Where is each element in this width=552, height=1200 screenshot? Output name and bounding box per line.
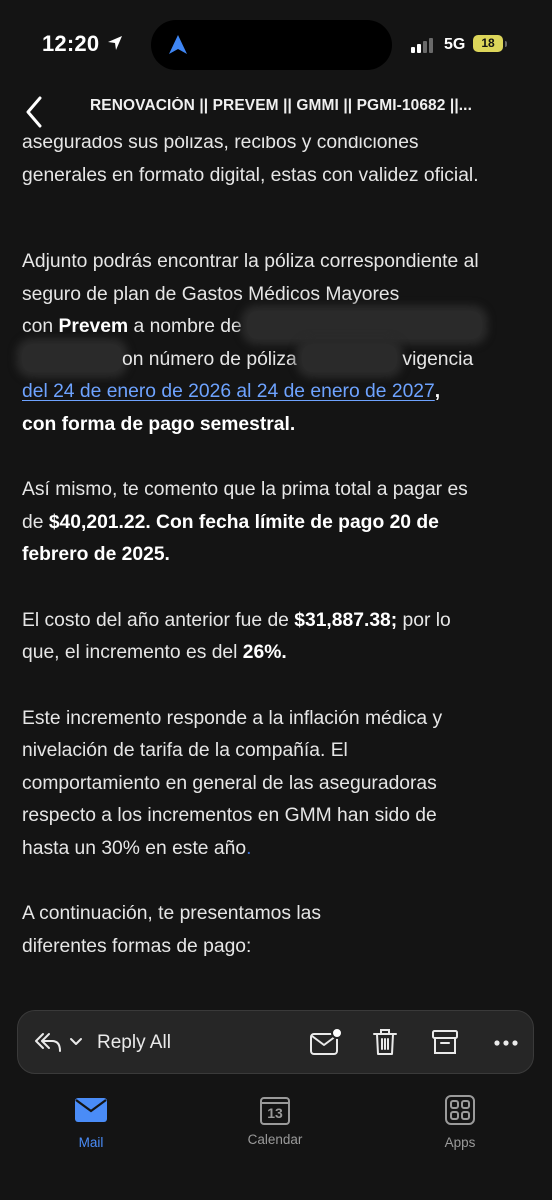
- body-line: de $40,201.22. Con fecha límite de pago …: [22, 511, 439, 533]
- body-line: nivelación de tarifa de la compañía. El: [22, 740, 348, 761]
- network-type: 5G: [444, 36, 466, 53]
- tab-calendar-label: Calendar: [247, 1132, 303, 1147]
- body-line: que, el incremento es del 26%.: [22, 642, 287, 663]
- body-line: del 24 de enero de 2026 al 24 de enero d…: [22, 381, 441, 402]
- body-line: con forma de pago semestral.: [22, 413, 296, 435]
- body-line: febrero de 2025.: [22, 544, 170, 565]
- tab-calendar[interactable]: 13 Calendar: [220, 1094, 330, 1147]
- redacted-text: [22, 343, 122, 372]
- tab-apps[interactable]: Apps: [405, 1094, 515, 1150]
- email-action-bar: Reply All: [17, 1010, 534, 1074]
- status-time: 12:20: [42, 31, 100, 56]
- validity-dates-link[interactable]: del 24 de enero de 2026 al 24 de enero d…: [22, 381, 435, 402]
- increase-percent: 26%.: [242, 642, 287, 663]
- body-line: con Prevem a nombre de: [22, 311, 537, 344]
- navigation-arrow-icon: [169, 35, 187, 54]
- tab-mail-label: Mail: [78, 1135, 104, 1150]
- battery-tip: [505, 41, 507, 47]
- dynamic-island: [151, 20, 392, 70]
- battery-level: 18: [481, 36, 495, 50]
- archive-icon[interactable]: [431, 1028, 459, 1056]
- body-line: Así mismo, te comento que la prima total…: [22, 479, 468, 500]
- redacted-text: [302, 343, 398, 372]
- email-header: RENOVACIÓN || PREVEM || GMMI || PGMI-106…: [0, 90, 552, 136]
- tab-apps-label: Apps: [444, 1135, 476, 1150]
- body-line: A continuación, te presentamos las: [22, 903, 322, 924]
- calendar-day: 13: [267, 1105, 283, 1121]
- mark-unread-icon[interactable]: [309, 1027, 343, 1057]
- cellular-signal-icon: [411, 38, 433, 53]
- insurer-name: Prevem: [58, 316, 129, 337]
- redacted-text: [247, 311, 483, 339]
- trash-icon[interactable]: [371, 1027, 399, 1057]
- mail-icon: [75, 1098, 107, 1122]
- tab-mail[interactable]: Mail: [36, 1096, 146, 1150]
- bottom-tab-bar: Mail 13 Calendar Apps: [0, 1074, 552, 1200]
- previous-cost: $31,887.38;: [294, 609, 398, 631]
- body-line: comportamiento en general de las asegura…: [22, 772, 437, 794]
- chevron-down-icon[interactable]: [69, 1036, 83, 1048]
- body-line: on número de póliza vigencia: [22, 343, 537, 377]
- location-arrow-icon: [108, 36, 122, 50]
- reply-all-button[interactable]: Reply All: [97, 1032, 171, 1054]
- body-line: El costo del año anterior fue de $31,887…: [22, 609, 451, 631]
- calendar-icon: 13: [259, 1094, 291, 1126]
- status-bar: 12:20 5G 18: [0, 0, 552, 90]
- back-chevron-icon[interactable]: [22, 94, 52, 130]
- premium-amount: $40,201.22. Con fecha límite de pago 20 …: [48, 511, 439, 533]
- battery-icon: 18: [473, 35, 503, 52]
- more-icon[interactable]: [494, 1039, 518, 1047]
- email-subject: RENOVACIÓN || PREVEM || GMMI || PGMI-106…: [90, 97, 472, 114]
- reply-all-icon[interactable]: [34, 1031, 62, 1053]
- body-line: seguro de plan de Gastos Médicos Mayores: [22, 283, 400, 305]
- body-line: hasta un 30% en este año.: [22, 837, 252, 859]
- body-line: Adjunto podrás encontrar la póliza corre…: [22, 251, 479, 272]
- body-line: diferentes formas de pago:: [22, 935, 252, 957]
- apps-icon: [445, 1095, 475, 1125]
- email-body: asegurados sus pólizas, recibos y condic…: [22, 127, 537, 963]
- body-line: respecto a los incrementos en GMM han si…: [22, 805, 437, 826]
- body-line: Este incremento responde a la inflación …: [22, 707, 443, 729]
- body-line: generales en formato digital, estas con …: [22, 164, 479, 186]
